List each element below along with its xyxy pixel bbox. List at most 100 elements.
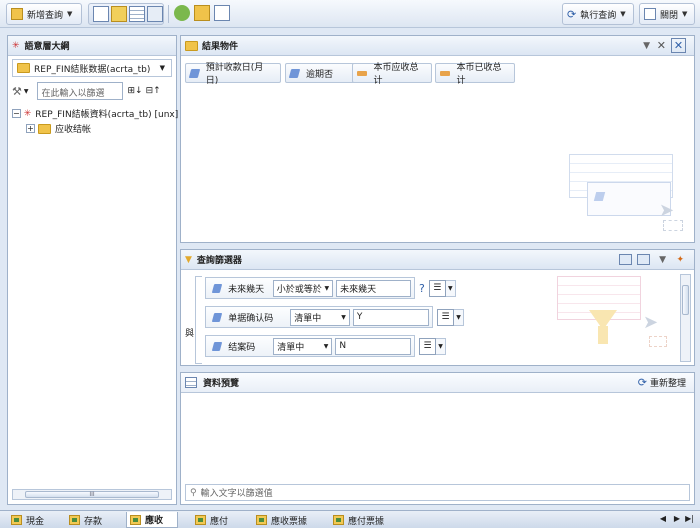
tab-payable[interactable]: 應付 [192,512,228,528]
query-filters-panel: ▼ 查詢篩選器 ▼ ✦ 與 未來幾天 小於或等於 ▼ 未來幾天 ? ☰ ▼ 单据确… [180,249,695,366]
value-list-button[interactable]: ☰ [428,279,446,297]
result-object-chip[interactable]: 預計收款日(月日) [185,63,281,86]
filter-condition[interactable]: 结案码 清單中 ▼ N [205,335,415,357]
table-icon[interactable] [129,6,145,22]
tab-scroll-left-icon[interactable]: ◀ [660,514,666,523]
filter-icon[interactable]: ▼ [659,255,666,265]
chevron-down-icon: ▼ [67,10,73,18]
tab-scroll-right-icon[interactable]: ▶ [674,514,680,523]
result-object-chip[interactable]: 本币已收总计 [435,63,515,86]
scrollbar-thumb[interactable] [682,285,689,315]
tab-notes-receivable[interactable]: 應收票據 [253,512,307,528]
chevron-down-icon[interactable]: ▼ [24,88,29,95]
tree-node-folder[interactable]: + 应收结帐 [12,121,172,136]
chevron-down-icon[interactable]: ▼ [436,337,446,355]
chevron-down-icon: ▼ [323,342,329,350]
filter-condition[interactable]: 未來幾天 小於或等於 ▼ 未來幾天 [205,277,415,299]
report-icon [69,515,80,525]
expand-icon[interactable]: + [26,124,35,133]
dimension-icon [211,312,223,322]
operator-select[interactable]: 清單中 ▼ [290,308,350,326]
dimension-icon [288,68,301,78]
query-properties-icon[interactable] [174,5,190,21]
outline-search-input[interactable]: 在此輸入以篩選 [36,82,123,100]
report-icon [11,515,22,525]
filter-value-input[interactable]: 未來幾天 [336,279,412,297]
value-list-button[interactable]: ☰ [437,308,454,326]
and-operator-bracket [195,276,202,364]
filter-row: 未來幾天 小於或等於 ▼ 未來幾天 ? ☰ ▼ [205,276,456,300]
remove-filters-icon[interactable]: ✦ [676,255,684,265]
and-operator[interactable]: 與 [185,326,194,339]
value-list-button[interactable]: ☰ [419,337,436,355]
close-button[interactable]: 關閉 ▼ [639,3,695,25]
report-icon [333,515,344,525]
drop-hint-illustration: ➤ [569,154,687,232]
tools-icon[interactable]: ⚒ [12,85,22,98]
prompt-icon[interactable] [637,254,650,265]
measure-icon [357,70,367,76]
result-objects-icon [185,40,198,51]
scrollbar-thumb[interactable]: III [25,491,159,498]
tab-receivable[interactable]: 應收 [126,512,178,528]
value-filter-input[interactable]: ⚲ 輸入文字以篩選值 [185,484,690,501]
filter-icon[interactable]: ▼ [643,41,650,51]
remove-all-icon[interactable]: ✕ [671,38,686,53]
vertical-scrollbar[interactable] [680,274,691,362]
horizontal-scrollbar[interactable]: III [12,489,172,500]
filter-value-input[interactable]: N [335,337,411,355]
tree-node-universe[interactable]: − ✳ REP_FIN結帳資料(acrta_tb) [unx] [12,106,178,121]
tab-scroll-end-icon[interactable]: ▶| [685,514,694,523]
collapse-all-icon[interactable]: ⊟↑ [146,86,161,96]
refresh-icon: ⟳ [637,376,647,389]
report-icon [256,515,267,525]
data-preview-panel: 資料預覽 ⟳ 重新整理 ⚲ 輸入文字以篩選值 [180,372,695,505]
tab-cash[interactable]: 現金 [8,512,44,528]
folder-arrow-icon[interactable] [111,6,127,22]
datasource-select[interactable]: REP_FIN結账数据(acrta_tb) ▼ [12,59,172,77]
run-query-button[interactable]: ⟳ 執行查詢 ▼ [562,3,634,25]
universe-icon: ✳ [12,40,20,51]
panel-title: 語意層大綱 [24,42,70,52]
new-query-button[interactable]: 新增查詢 ▼ [6,3,82,25]
divider [168,5,169,23]
dimension-icon [211,283,223,293]
universe-outline-header: ✳ 語意層大綱 [8,36,176,56]
filter-condition[interactable]: 单据确认码 清單中 ▼ Y [205,306,433,328]
prompt-help-icon[interactable]: ? [419,282,425,295]
operator-select[interactable]: 清單中 ▼ [273,337,333,355]
report-icon [195,515,206,525]
refresh-icon: ⟳ [567,7,577,21]
close-icon[interactable]: ✕ [657,39,666,52]
folder-icon [38,123,51,134]
filter-row: 结案码 清單中 ▼ N ☰ ▼ [205,334,446,358]
result-object-chip[interactable]: 逾期否 [285,63,359,83]
main-toolbar: 新增查詢 ▼ ⟳ 執行查詢 ▼ 關閉 ▼ [0,0,700,28]
refresh-button[interactable]: ⟳ 重新整理 [638,376,686,389]
predefined-filter-icon[interactable] [619,254,632,265]
filter-value-input[interactable]: Y [352,308,430,326]
chevron-down-icon: ▼ [324,284,330,292]
tab-deposit[interactable]: 存款 [66,512,102,528]
expand-all-icon[interactable]: ⊞↓ [128,86,143,96]
sql-icon[interactable] [194,5,210,21]
measure-icon [440,70,450,76]
chevron-down-icon[interactable]: ▼ [454,308,464,326]
dimension-icon [211,341,223,351]
view-mode-group [88,3,164,25]
result-objects-panel: 結果物件 ▼ ✕ ✕ 預計收款日(月日) 逾期否 本币应收总计 本币已收总计 ➤ [180,35,695,243]
collapse-icon[interactable]: − [12,109,21,118]
tab-notes-payable[interactable]: 應付票據 [330,512,384,528]
chevron-down-icon: ▼ [682,10,688,18]
layout-icon[interactable] [93,6,109,22]
operator-select[interactable]: 小於或等於 ▼ [272,279,334,297]
result-object-chip[interactable]: 本币应收总计 [352,63,432,86]
universe-outline-panel: ✳ 語意層大綱 REP_FIN結账数据(acrta_tb) ▼ ⚒ ▼ 在此輸入以… [7,35,178,505]
chevron-down-icon[interactable]: ▼ [445,279,456,297]
filter-drop-hint-illustration: ➤ [557,274,667,358]
table-icon [185,377,197,388]
funnel-icon: ▼ [185,254,192,265]
script-icon[interactable] [214,5,230,21]
grid-icon[interactable] [147,6,163,22]
universe-icon: ✳ [23,108,32,119]
